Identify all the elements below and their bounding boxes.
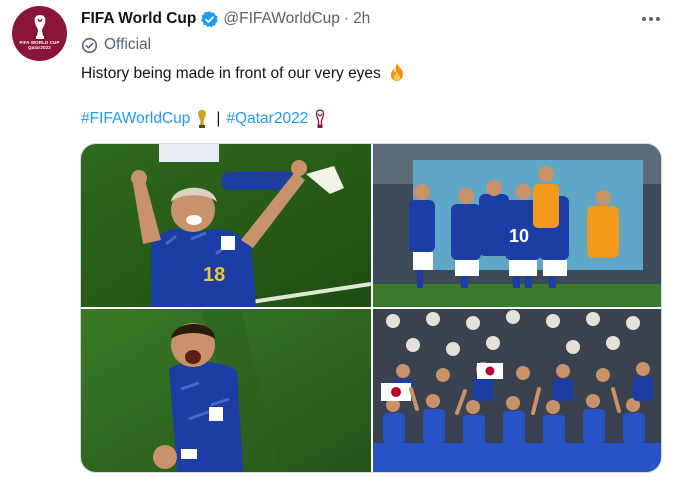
jersey-number-10: 10 <box>509 226 529 246</box>
time-separator: · <box>343 10 350 27</box>
tweet-text: History being made in front of our very … <box>81 62 407 85</box>
official-label: Official <box>81 34 151 56</box>
more-options-icon <box>642 17 660 21</box>
avatar-logo-line-2: Qatar2022 <box>28 44 51 50</box>
avatar[interactable]: FIFA WORLD CUP Qatar2022 <box>12 6 67 61</box>
handle[interactable]: @FIFAWorldCup <box>223 10 340 28</box>
photo-team-celebration[interactable]: 10 <box>373 144 661 307</box>
photo-player-shouting[interactable] <box>81 309 371 472</box>
hashtag-line: #FIFAWorldCup | #Qatar2022 <box>81 108 326 130</box>
qatar-emblem-icon <box>316 109 325 128</box>
hashtag-qatar2022[interactable]: #Qatar2022 <box>226 108 308 130</box>
display-name[interactable]: FIFA World Cup <box>81 10 196 28</box>
verified-badge-icon <box>201 10 219 27</box>
hashtag-separator: | <box>216 110 221 127</box>
fire-emoji-icon <box>391 63 404 81</box>
jersey-number-18: 18 <box>203 264 225 286</box>
timestamp[interactable]: 2h <box>353 10 370 28</box>
photo-player-18-celebrating[interactable]: 18 <box>81 144 371 307</box>
more-options-button[interactable] <box>638 8 664 30</box>
photo-fans-stands[interactable] <box>373 309 661 472</box>
media-grid: 18 10 <box>80 143 662 473</box>
tweet-header: FIFA World Cup @FIFAWorldCup · 2h <box>81 8 664 30</box>
official-badge-icon <box>81 37 98 53</box>
official-text: Official <box>104 36 152 53</box>
trophy-emoji-icon <box>198 110 207 128</box>
tweet-card[interactable]: FIFA WORLD CUP Qatar2022 FIFA World Cup … <box>0 0 680 483</box>
qatar-emblem-icon <box>34 14 45 39</box>
hashtag-fifaworldcup[interactable]: #FIFAWorldCup <box>81 108 190 130</box>
tweet-body: History being made in front of our very … <box>81 65 381 82</box>
